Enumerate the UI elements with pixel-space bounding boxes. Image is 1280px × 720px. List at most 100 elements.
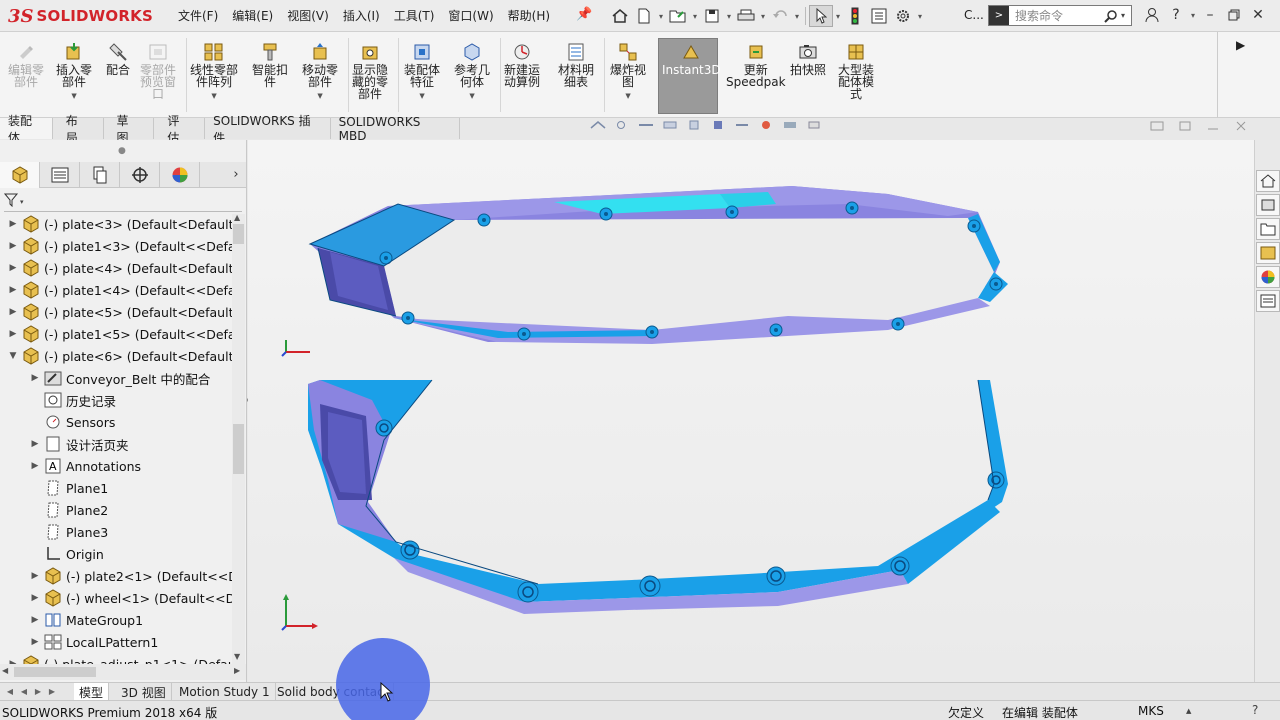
viewport-restore-icon[interactable] <box>1150 120 1164 134</box>
ribbon-expand-icon[interactable]: ▶ <box>1236 38 1245 52</box>
take-snapshot-button[interactable]: 拍快照 <box>790 42 826 76</box>
units-text[interactable]: MKS <box>1138 704 1164 718</box>
units-dropdown-icon[interactable]: ▲ <box>1186 707 1191 715</box>
save-icon[interactable] <box>700 5 724 27</box>
assembly-features-dropdown-icon[interactable]: ▼ <box>419 90 424 102</box>
user-icon[interactable] <box>1140 4 1164 26</box>
tab-prev-icon[interactable]: ◀ <box>18 685 30 698</box>
tree-item[interactable]: Origin <box>30 543 104 565</box>
tab-first-icon[interactable]: ◀ <box>4 685 16 698</box>
tab-motion-study-1[interactable]: Motion Study 1 <box>174 683 276 701</box>
tree-item[interactable]: Plane2 <box>30 499 108 521</box>
select-arrow-icon[interactable] <box>809 5 833 27</box>
tab-assembly[interactable]: 装配体 <box>0 114 53 145</box>
filter-icon[interactable] <box>3 193 20 210</box>
tab-evaluate[interactable]: 评估 <box>154 114 206 145</box>
expand-arrow-icon[interactable]: ▶ <box>8 307 18 317</box>
viewport-maximize-icon[interactable] <box>1178 120 1192 134</box>
home-icon[interactable] <box>608 5 632 27</box>
tab-display-manager[interactable] <box>160 162 200 188</box>
viewport-minimize-icon[interactable] <box>1206 120 1220 134</box>
scroll-down-icon[interactable]: ▼ <box>234 652 240 661</box>
print-dropdown-icon[interactable]: ▾ <box>758 5 768 27</box>
solidworks-logo[interactable]: 3S SOLIDWORKS <box>8 2 158 30</box>
customize-button[interactable]: C... <box>964 8 984 22</box>
expand-arrow-icon[interactable]: ▶ <box>30 637 40 647</box>
tree-item[interactable]: ▶ (-) wheel<1> (Default<<De <box>30 587 232 609</box>
select-dropdown-icon[interactable]: ▾ <box>833 5 843 27</box>
file-explorer-icon[interactable] <box>1256 218 1280 240</box>
tree-vertical-scrollbar[interactable]: ▲ ▼ <box>232 213 245 664</box>
tree-item[interactable]: ▶ (-) plate2<1> (Default<<De <box>30 565 232 587</box>
appearances-icon[interactable] <box>1256 266 1280 288</box>
file-properties-icon[interactable] <box>867 5 891 27</box>
tree-item[interactable]: ▶ Conveyor_Belt 中的配合 <box>30 367 210 389</box>
tree-filter[interactable]: ▾ <box>3 192 242 212</box>
tree-horizontal-scrollbar[interactable]: ◀ ▶ <box>0 664 246 680</box>
insert-components-dropdown-icon[interactable]: ▼ <box>71 90 76 102</box>
tree-item[interactable]: Sensors <box>30 411 115 433</box>
assembly-features-button[interactable]: 装配体 特征 ▼ <box>404 42 440 102</box>
open-folder-icon[interactable] <box>666 5 690 27</box>
scroll-left-icon[interactable]: ◀ <box>2 666 8 675</box>
expand-arrow-icon[interactable]: ▶ <box>30 593 40 603</box>
tab-solidworks-mbd[interactable]: SOLIDWORKS MBD <box>330 115 460 143</box>
tree-item[interactable]: Plane1 <box>30 477 108 499</box>
view-settings-icon[interactable] <box>802 119 826 131</box>
section-view-icon[interactable] <box>658 119 682 131</box>
tree-item[interactable]: 历史记录 <box>30 389 116 411</box>
reference-geometry-dropdown-icon[interactable]: ▼ <box>469 90 474 102</box>
tab-3d-views[interactable]: 3D 视图 <box>116 683 172 701</box>
expand-arrow-icon[interactable]: ▶ <box>30 461 40 471</box>
show-hidden-components-button[interactable]: 显示隐 藏的零 部件 <box>352 42 388 100</box>
tab-feature-manager[interactable] <box>0 162 40 188</box>
new-dropdown-icon[interactable]: ▾ <box>656 5 666 27</box>
menu-file[interactable]: 文件(F) <box>178 7 218 24</box>
scrollbar-thumb[interactable] <box>233 424 244 474</box>
zoom-to-area-icon[interactable] <box>610 119 634 131</box>
expand-arrow-icon[interactable]: ▶ <box>8 263 18 273</box>
instant3d-button[interactable]: Instant3D <box>662 42 721 76</box>
tree-item[interactable]: ▶ 设计活页夹 <box>30 433 129 455</box>
search-input[interactable]: 搜索命令 <box>1009 7 1101 24</box>
scrollbar-thumb-top[interactable] <box>233 224 244 244</box>
insert-components-button[interactable]: 插入零 部件 ▼ <box>56 42 92 102</box>
exploded-view-button[interactable]: 爆炸视 图 ▼ <box>610 42 646 102</box>
linear-pattern-dropdown-icon[interactable]: ▼ <box>211 90 216 102</box>
tree-item[interactable]: ▶ (-) plate1<5> (Default<<Defaul <box>8 323 232 345</box>
scroll-up-icon[interactable]: ▲ <box>234 213 240 222</box>
tab-solidworks-addins[interactable]: SOLIDWORKS 插件 <box>205 114 331 145</box>
save-dropdown-icon[interactable]: ▾ <box>724 5 734 27</box>
tab-last-icon[interactable]: ▶ <box>46 685 58 698</box>
tree-item[interactable]: ▶ (-) plate<5> (Default<Default_D <box>8 301 232 323</box>
move-component-button[interactable]: 移动零 部件 ▼ <box>302 42 338 102</box>
view-orientation-icon[interactable] <box>682 119 706 131</box>
linear-pattern-button[interactable]: 线性零部 件阵列 ▼ <box>190 42 238 102</box>
minimize-icon[interactable]: – <box>1198 4 1222 26</box>
viewport-close-icon[interactable] <box>1234 120 1248 134</box>
tree-item[interactable]: ▶ MateGroup1 <box>30 609 144 631</box>
expand-arrow-icon[interactable]: ▶ <box>30 373 40 383</box>
tree-item[interactable]: Plane3 <box>30 521 108 543</box>
expand-arrow-icon[interactable]: ▶ <box>8 241 18 251</box>
expand-arrow-icon[interactable]: ▶ <box>30 571 40 581</box>
expand-arrow-icon[interactable]: ▶ <box>8 219 18 229</box>
previous-view-icon[interactable] <box>634 119 658 131</box>
options-gear-icon[interactable] <box>891 5 915 27</box>
help-status-icon[interactable]: ? <box>1252 703 1258 717</box>
tree-item[interactable]: ▶ LocalLPattern1 <box>30 631 158 653</box>
expand-arrow-icon[interactable]: ▶ <box>30 439 40 449</box>
tab-configuration-manager[interactable] <box>80 162 120 188</box>
tab-property-manager[interactable] <box>40 162 80 188</box>
tab-dimxpert-manager[interactable] <box>120 162 160 188</box>
options-dropdown-icon[interactable]: ▾ <box>915 5 925 27</box>
apply-scene-icon[interactable] <box>778 119 802 131</box>
tree-item[interactable]: ▶ (-) plate_adjust_p1<1> (Default <box>8 653 232 664</box>
help-dropdown-icon[interactable]: ▾ <box>1188 4 1198 26</box>
pin-icon[interactable]: 📌 <box>576 7 592 22</box>
menu-insert[interactable]: 插入(I) <box>343 7 380 24</box>
menu-window[interactable]: 窗口(W) <box>448 7 493 24</box>
large-assembly-mode-button[interactable]: 大型装 配体模 式 <box>838 42 874 100</box>
hide-show-items-icon[interactable] <box>730 119 754 131</box>
tree-item[interactable]: ▼ (-) plate<6> (Default<Default_D <box>8 345 232 367</box>
